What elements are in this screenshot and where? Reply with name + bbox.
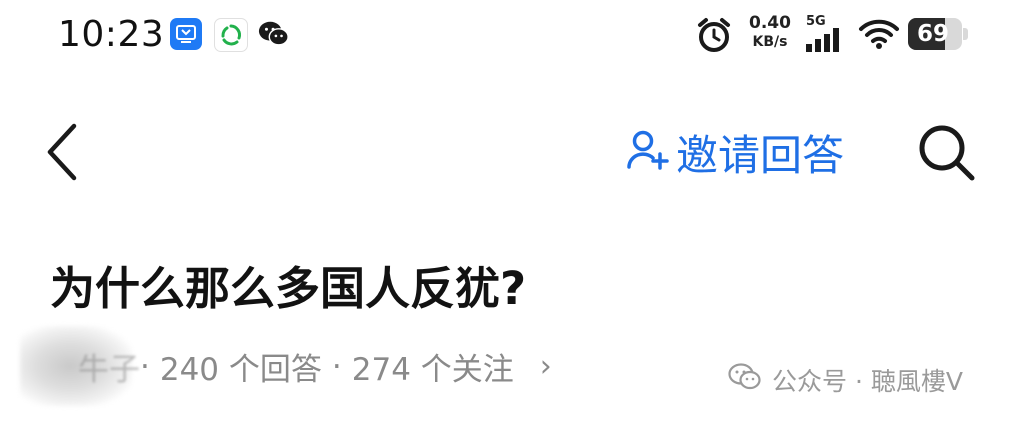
wifi-icon xyxy=(858,18,900,54)
question-stats[interactable]: · 240 个回答 · 274 个关注 › xyxy=(130,344,552,389)
person-add-icon xyxy=(626,128,670,176)
net-speed-unit: KB/s xyxy=(752,34,788,50)
wechat-icon xyxy=(728,363,762,397)
battery-icon: 69 xyxy=(908,18,968,50)
search-icon xyxy=(919,125,975,181)
follow-count: 274 个关注 xyxy=(351,352,514,388)
question-meta[interactable]: 牛子 · 240 个回答 · 274 个关注 › xyxy=(20,326,720,406)
network-type: 5G xyxy=(806,14,826,29)
battery-body: 69 xyxy=(908,18,962,50)
invite-answer-button[interactable]: 邀请回答 xyxy=(626,124,844,180)
meta-separator: · xyxy=(331,348,342,385)
answer-count: 240 个回答 xyxy=(159,352,322,388)
battery-text: 69 xyxy=(917,21,950,47)
search-button[interactable] xyxy=(914,120,978,184)
wechat-icon xyxy=(258,18,290,50)
watermark-text: 公众号 · 聴風樓V xyxy=(772,367,963,396)
watermark: 公众号 · 聴風樓V xyxy=(728,360,963,400)
question-title[interactable]: 为什么那么多国人反犹? xyxy=(50,252,526,317)
app-blue-icon xyxy=(170,18,202,50)
battery-tip xyxy=(963,28,968,40)
invite-answer-label: 邀请回答 xyxy=(676,130,845,180)
chevron-right-icon: › xyxy=(539,349,552,384)
meta-separator: · xyxy=(140,348,150,385)
chevron-left-icon xyxy=(47,123,77,181)
app-green-icon xyxy=(214,18,248,52)
status-bar: 10:23 0.40 KB/s 5G 69 xyxy=(0,0,1024,70)
net-speed-value: 0.40 xyxy=(749,13,791,33)
alarm-icon xyxy=(695,16,733,58)
net-speed: 0.40 KB/s xyxy=(746,14,794,52)
status-time: 10:23 xyxy=(58,14,165,55)
signal-bars-icon xyxy=(806,28,846,56)
back-button[interactable] xyxy=(40,120,90,184)
nav-bar: 邀请回答 xyxy=(0,100,1024,204)
